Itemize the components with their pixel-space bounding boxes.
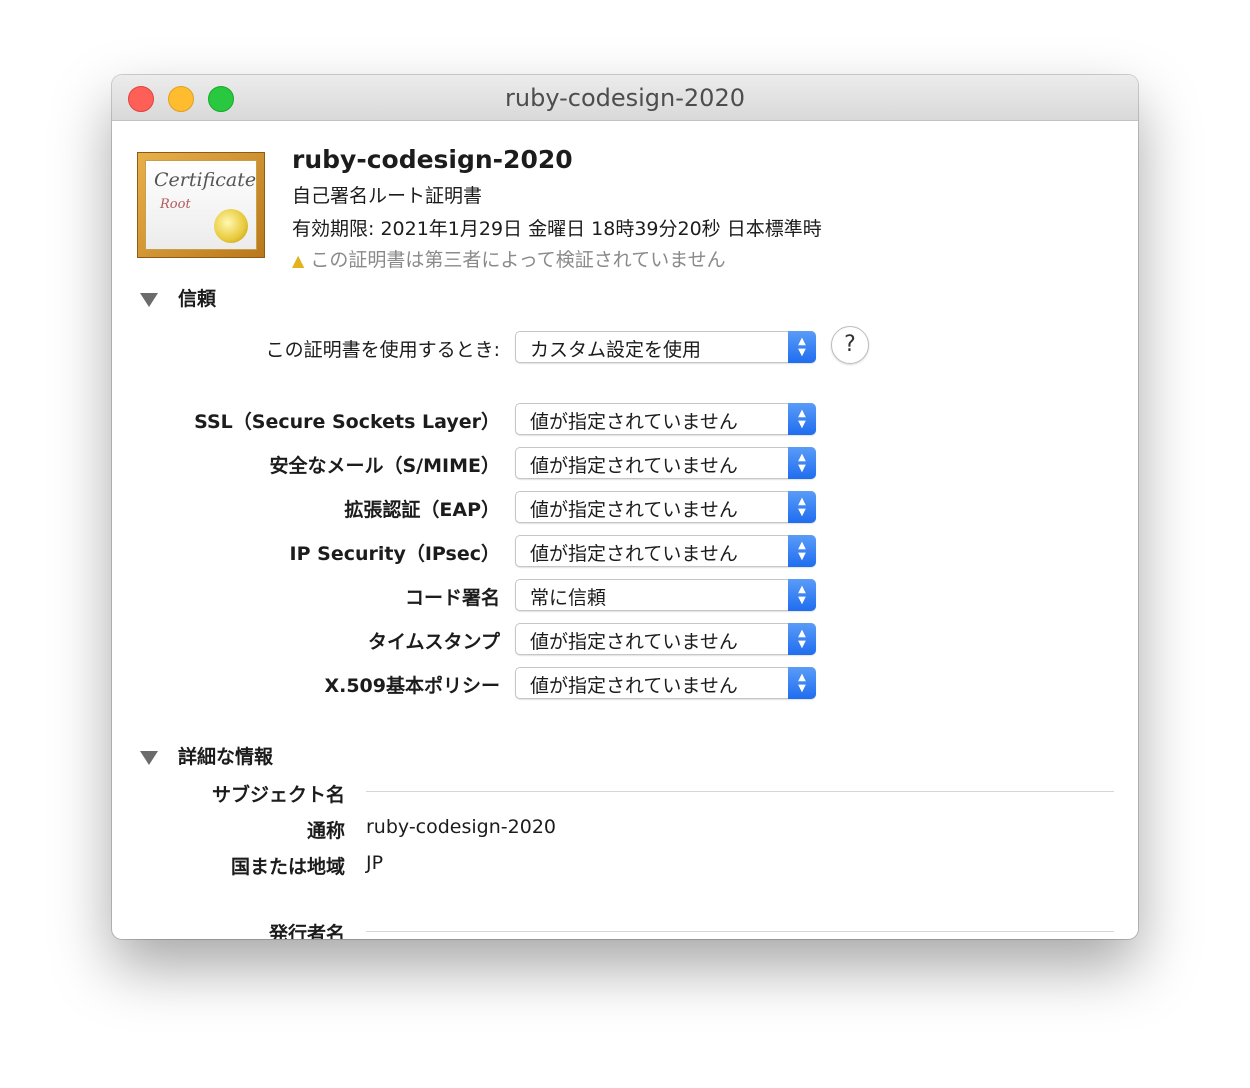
field-label: 国または地域 — [230, 856, 345, 878]
disclosure-triangle-icon[interactable] — [140, 750, 158, 765]
certificate-warning: ▲ この証明書は第三者によって検証されていません — [292, 245, 726, 272]
certificate-name: ruby-codesign-2020 — [292, 145, 573, 174]
help-button[interactable]: ? — [831, 326, 869, 364]
trust-row-label: IP Security（IPsec） — [289, 543, 500, 565]
popup-value: 常に信頼 — [530, 587, 607, 609]
trust-popup-x509[interactable]: 値が指定されていません ▲ ▼ — [515, 667, 816, 699]
popup-arrows-icon: ▲ ▼ — [788, 491, 816, 523]
trust-popup-ipsec[interactable]: 値が指定されていません ▲ ▼ — [515, 535, 816, 567]
trust-row-label: SSL（Secure Sockets Layer） — [194, 411, 500, 433]
field-label: 通称 — [306, 820, 345, 842]
subject-name-label: サブジェクト名 — [211, 784, 345, 806]
window-title: ruby-codesign-2020 — [505, 84, 745, 112]
when-using-label: この証明書を使用するとき: — [265, 339, 500, 361]
divider — [366, 791, 1114, 792]
divider — [366, 931, 1114, 932]
trust-section-toggle[interactable]: 信頼 — [140, 284, 216, 311]
certificate-icon-script: Certificate — [154, 169, 257, 191]
field-value: JP — [366, 852, 384, 874]
trust-popup-smime[interactable]: 値が指定されていません ▲ ▼ — [515, 447, 816, 479]
certificate-type: 自己署名ルート証明書 — [292, 185, 483, 207]
certificate-expiry: 有効期限: 2021年1月29日 金曜日 18時39分20秒 日本標準時 — [292, 218, 822, 240]
trust-row-label: タイムスタンプ — [367, 631, 500, 653]
popup-arrows-icon: ▲ ▼ — [788, 331, 816, 363]
trust-popup-eap[interactable]: 値が指定されていません ▲ ▼ — [515, 491, 816, 523]
warning-icon: ▲ — [292, 251, 305, 270]
popup-value: カスタム設定を使用 — [530, 339, 702, 361]
popup-value: 値が指定されていません — [530, 631, 738, 653]
title-bar[interactable]: ruby-codesign-2020 — [112, 75, 1138, 121]
details-section-toggle[interactable]: 詳細な情報 — [140, 742, 273, 769]
trust-popup-timestamp[interactable]: 値が指定されていません ▲ ▼ — [515, 623, 816, 655]
popup-arrows-icon: ▲ ▼ — [788, 447, 816, 479]
trust-popup-code-signing[interactable]: 常に信頼 ▲ ▼ — [515, 579, 816, 611]
popup-arrows-icon: ▲ ▼ — [788, 403, 816, 435]
trust-row-label: 拡張認証（EAP） — [344, 499, 500, 521]
trust-row-label: 安全なメール（S/MIME） — [269, 455, 501, 477]
popup-arrows-icon: ▲ ▼ — [788, 667, 816, 699]
trust-row-label: X.509基本ポリシー — [324, 675, 500, 697]
popup-arrows-icon: ▲ ▼ — [788, 579, 816, 611]
disclosure-triangle-icon[interactable] — [140, 292, 158, 307]
details-header: 詳細な情報 — [178, 746, 274, 768]
certificate-icon: Certificate Root — [137, 152, 265, 258]
field-value: ruby-codesign-2020 — [366, 816, 556, 838]
issuer-name-label: 発行者名 — [268, 923, 345, 939]
certificate-window: ruby-codesign-2020 Certificate Root ruby… — [112, 75, 1138, 939]
popup-value: 値が指定されていません — [530, 543, 738, 565]
trust-header: 信頼 — [178, 288, 217, 310]
when-using-popup[interactable]: カスタム設定を使用 ▲ ▼ — [515, 331, 816, 363]
warning-text: この証明書は第三者によって検証されていません — [310, 249, 726, 271]
popup-value: 値が指定されていません — [530, 499, 738, 521]
seal-icon — [214, 209, 248, 243]
popup-value: 値が指定されていません — [530, 455, 738, 477]
trust-row-label: コード署名 — [404, 587, 500, 609]
popup-arrows-icon: ▲ ▼ — [788, 623, 816, 655]
popup-value: 値が指定されていません — [530, 411, 738, 433]
trust-popup-ssl[interactable]: 値が指定されていません ▲ ▼ — [515, 403, 816, 435]
popup-value: 値が指定されていません — [530, 675, 738, 697]
certificate-icon-root: Root — [160, 197, 191, 212]
popup-arrows-icon: ▲ ▼ — [788, 535, 816, 567]
